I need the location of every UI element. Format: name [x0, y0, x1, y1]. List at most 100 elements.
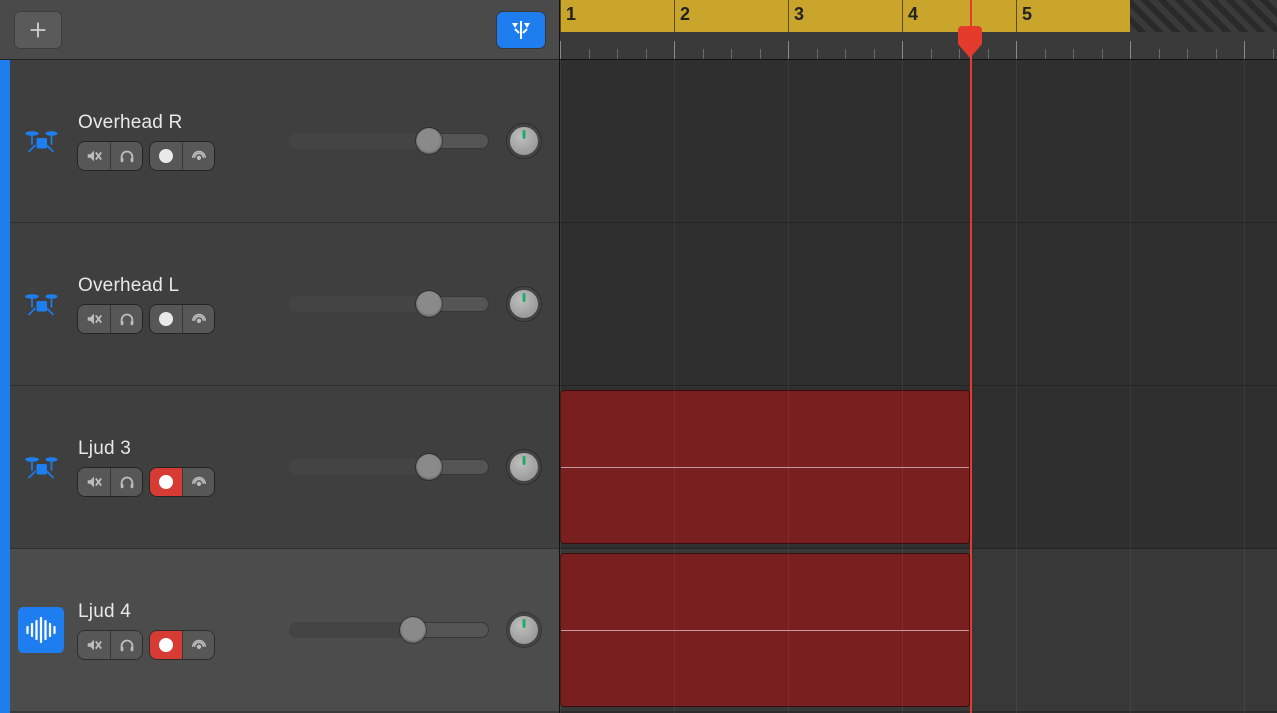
solo-headphones-button[interactable]	[110, 631, 142, 659]
beat-tick	[874, 49, 875, 59]
timeline-ruler[interactable]: 1234567	[560, 0, 1277, 60]
record-enable-button[interactable]	[150, 631, 182, 659]
volume-slider[interactable]	[289, 459, 489, 475]
beat-tick	[902, 41, 903, 59]
track-header[interactable]: Ljud 4	[0, 549, 559, 712]
beat-tick	[1187, 49, 1188, 59]
audio-waveform-icon[interactable]	[18, 607, 64, 653]
beat-tick	[988, 49, 989, 59]
beat-tick	[1102, 49, 1103, 59]
track-name-label[interactable]: Overhead R	[78, 112, 214, 134]
mute-button[interactable]	[78, 468, 110, 496]
record-dot-icon	[159, 149, 173, 163]
record-enable-button[interactable]	[150, 305, 182, 333]
track-mix-controls	[289, 124, 541, 158]
beat-tick	[931, 49, 932, 59]
arrange-lane[interactable]	[560, 223, 1277, 386]
input-monitor-button[interactable]	[182, 305, 214, 333]
beat-tick	[617, 49, 618, 59]
grid-line	[1016, 60, 1017, 713]
beat-tick	[589, 49, 590, 59]
beat-tick	[1130, 41, 1131, 59]
track-header[interactable]: Overhead R	[0, 60, 559, 223]
solo-headphones-button[interactable]	[110, 305, 142, 333]
bar-number-label: 4	[908, 4, 918, 25]
ruler-subdivisions[interactable]	[560, 32, 1277, 59]
record-enable-button[interactable]	[150, 468, 182, 496]
track-button-row	[78, 631, 214, 659]
volume-thumb[interactable]	[400, 617, 426, 643]
mute-button[interactable]	[78, 142, 110, 170]
beat-tick	[731, 49, 732, 59]
bar-number-label: 5	[1022, 4, 1032, 25]
pan-knob[interactable]	[507, 124, 541, 158]
bar-number-label: 1	[566, 4, 576, 25]
plus-icon	[27, 19, 49, 41]
pan-knob[interactable]	[507, 287, 541, 321]
mute-button[interactable]	[78, 305, 110, 333]
record-enable-button[interactable]	[150, 142, 182, 170]
audio-region[interactable]	[560, 553, 970, 707]
input-monitor-button[interactable]	[182, 142, 214, 170]
bar-number-label: 3	[794, 4, 804, 25]
volume-slider[interactable]	[289, 622, 489, 638]
solo-headphones-button[interactable]	[110, 468, 142, 496]
track-mix-controls	[289, 287, 541, 321]
beat-tick	[1159, 49, 1160, 59]
grid-line	[1130, 60, 1131, 713]
pan-knob[interactable]	[507, 450, 541, 484]
track-body: Ljud 3	[78, 438, 214, 496]
audio-region[interactable]	[560, 390, 970, 544]
beat-tick	[845, 49, 846, 59]
record-dot-icon	[159, 475, 173, 489]
mute-button[interactable]	[78, 631, 110, 659]
beat-tick	[674, 41, 675, 59]
drumkit-icon[interactable]	[18, 118, 64, 164]
record-dot-icon	[159, 312, 173, 326]
bar-tick	[1016, 0, 1017, 32]
track-name-label[interactable]: Ljud 3	[78, 438, 214, 460]
grid-line	[560, 60, 561, 713]
solo-headphones-button[interactable]	[110, 142, 142, 170]
beat-tick	[646, 49, 647, 59]
ruler-bars[interactable]: 1234567	[560, 0, 1277, 32]
waveform-placeholder	[561, 630, 969, 631]
track-mix-controls	[289, 613, 541, 647]
volume-thumb[interactable]	[416, 291, 442, 317]
volume-slider[interactable]	[289, 296, 489, 312]
beat-tick	[959, 49, 960, 59]
grid-line	[674, 60, 675, 713]
drumkit-icon[interactable]	[18, 281, 64, 327]
track-button-row	[78, 468, 214, 496]
beat-tick	[788, 41, 789, 59]
grid-line	[788, 60, 789, 713]
arrange-lane[interactable]	[560, 386, 1277, 549]
drumkit-icon[interactable]	[18, 444, 64, 490]
volume-thumb[interactable]	[416, 454, 442, 480]
arrange-lane[interactable]	[560, 60, 1277, 223]
arrange-lane[interactable]	[560, 549, 1277, 712]
bar-tick	[788, 0, 789, 32]
catch-playhead-button[interactable]	[497, 12, 545, 48]
track-mix-controls	[289, 450, 541, 484]
track-body: Overhead R	[78, 112, 214, 170]
app-window: Overhead R Overhead L Ljud 3	[0, 0, 1277, 713]
arrange-area[interactable]: 1234567	[560, 0, 1277, 713]
beat-tick	[560, 41, 561, 59]
volume-thumb[interactable]	[416, 128, 442, 154]
track-button-row	[78, 305, 214, 333]
track-header[interactable]: Overhead L	[0, 223, 559, 386]
input-monitor-button[interactable]	[182, 468, 214, 496]
track-header[interactable]: Ljud 3	[0, 386, 559, 549]
track-name-label[interactable]: Ljud 4	[78, 601, 214, 623]
bar-tick	[674, 0, 675, 32]
volume-slider[interactable]	[289, 133, 489, 149]
bar-number-label: 2	[680, 4, 690, 25]
add-track-button[interactable]	[14, 11, 62, 49]
main-area: Overhead R Overhead L Ljud 3	[0, 0, 1277, 713]
arrange-lanes[interactable]	[560, 60, 1277, 713]
pan-knob[interactable]	[507, 613, 541, 647]
input-monitor-button[interactable]	[182, 631, 214, 659]
beat-tick	[1045, 49, 1046, 59]
track-name-label[interactable]: Overhead L	[78, 275, 214, 297]
